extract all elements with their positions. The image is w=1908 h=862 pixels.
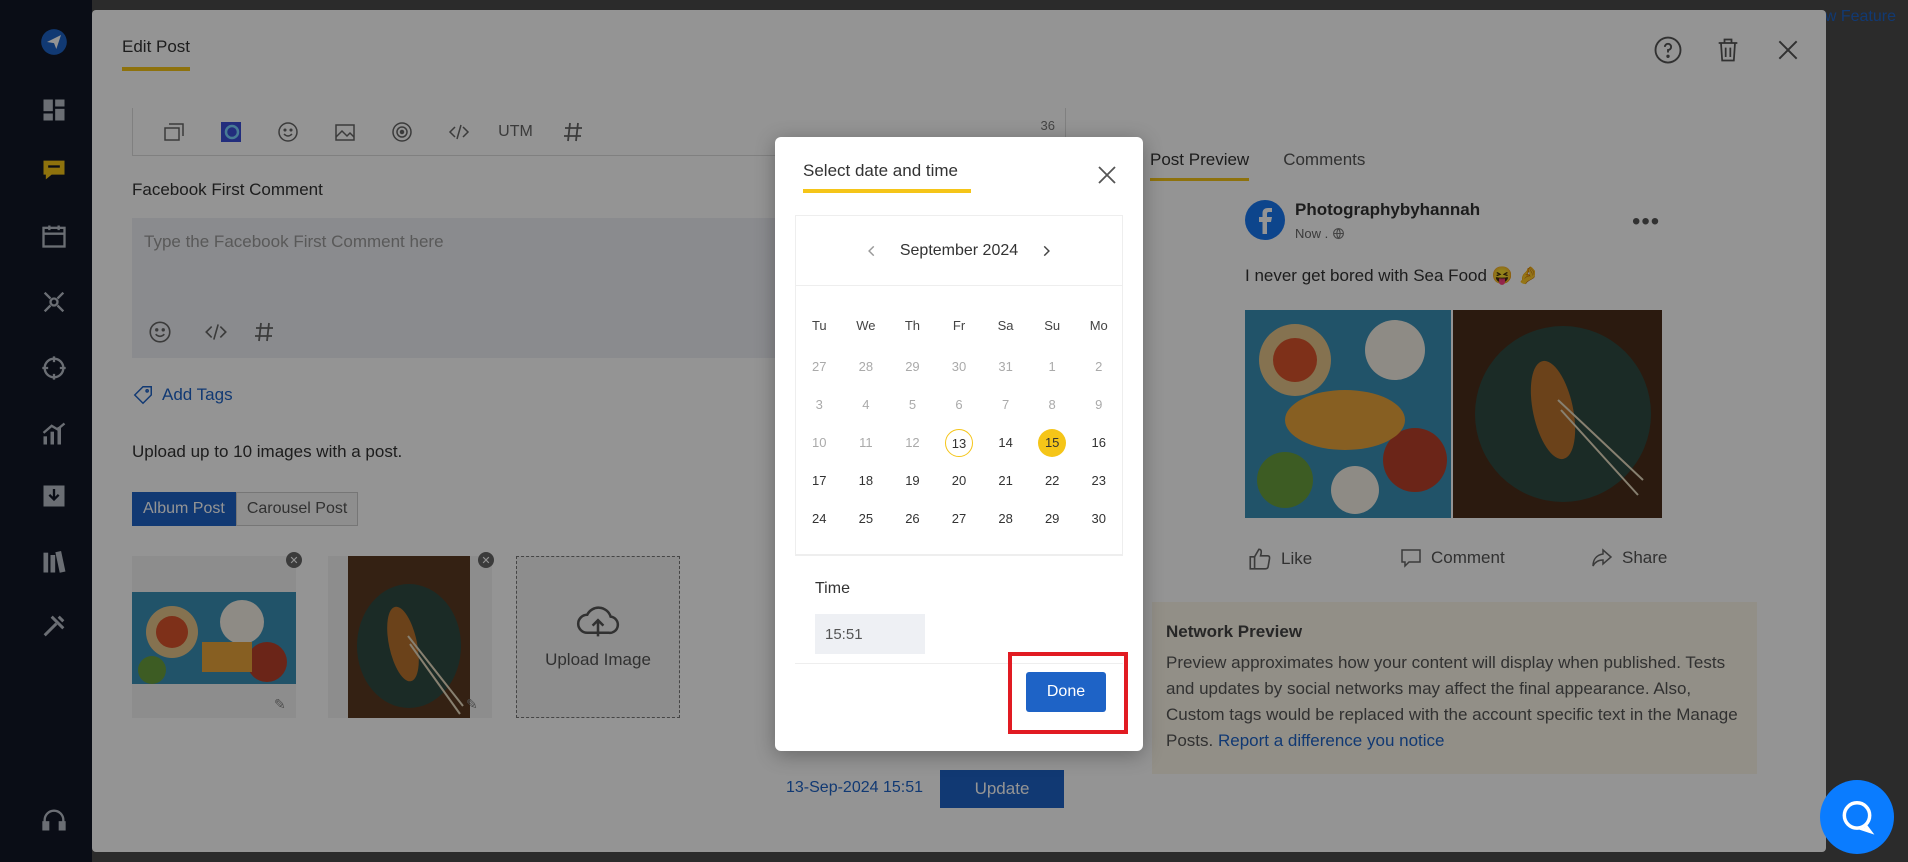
date-picker-title: Select date and time — [803, 161, 971, 193]
chevron-right-icon[interactable] — [1036, 241, 1056, 261]
calendar-day: 27 — [796, 348, 843, 386]
calendar-day-number: 27 — [951, 511, 967, 526]
calendar-day: 4 — [843, 386, 890, 424]
calendar-day: 10 — [796, 424, 843, 462]
calendar-day-number: 17 — [812, 473, 827, 488]
calendar-day-number: 20 — [951, 473, 967, 488]
calendar-day: 9 — [1075, 386, 1122, 424]
calendar-day[interactable]: 17 — [796, 462, 843, 500]
calendar-week: 17 18 19 20 21 22 23 — [796, 462, 1122, 500]
calendar-day-number: 29 — [1044, 511, 1060, 526]
time-label: Time — [815, 580, 850, 597]
calendar-day-number: 14 — [998, 435, 1013, 450]
calendar-day[interactable]: 28 — [982, 500, 1029, 538]
calendar-day: 2 — [1075, 348, 1122, 386]
calendar-week: 24 25 26 27 28 29 30 — [796, 500, 1122, 538]
calendar-day: 8 — [1029, 386, 1076, 424]
calendar-day-number: 12 — [905, 435, 920, 450]
calendar-day[interactable]: 20 — [936, 462, 983, 500]
calendar: September 2024 Tu We Th Fr Sa Su Mo 27 28 29 30 31… — [795, 215, 1123, 555]
calendar-day: 7 — [982, 386, 1029, 424]
calendar-day: 28 — [843, 348, 890, 386]
calendar-day-number: 25 — [858, 511, 874, 526]
calendar-day-selected[interactable]: 15 — [1029, 424, 1076, 462]
calendar-day[interactable]: 27 — [936, 500, 983, 538]
weekday-label: Sa — [997, 317, 1014, 333]
calendar-day-number: 7 — [1001, 397, 1010, 412]
calendar-day[interactable]: 24 — [796, 500, 843, 538]
calendar-day-number: 24 — [812, 511, 827, 526]
calendar-day-number: 10 — [812, 435, 827, 450]
calendar-day-number: 30 — [951, 359, 967, 374]
calendar-day[interactable]: 16 — [1075, 424, 1122, 462]
calendar-day-number: 18 — [858, 473, 874, 488]
weekday-header: Tu We Th Fr Sa Su Mo — [796, 306, 1122, 344]
calendar-day[interactable]: 14 — [982, 424, 1029, 462]
month-navigation: September 2024 — [796, 216, 1122, 286]
calendar-day: 1 — [1029, 348, 1076, 386]
calendar-day-number: 3 — [815, 397, 823, 412]
weekday-label: Fr — [952, 317, 966, 333]
calendar-day-number: 8 — [1048, 397, 1056, 412]
calendar-week: 3 4 5 6 7 8 9 — [796, 386, 1122, 424]
calendar-day-number: 6 — [955, 397, 963, 412]
calendar-day[interactable]: 25 — [843, 500, 890, 538]
calendar-day[interactable]: 23 — [1075, 462, 1122, 500]
calendar-day-number: 22 — [1044, 473, 1060, 488]
calendar-day-number: 28 — [998, 511, 1013, 526]
done-button[interactable]: Done — [1026, 672, 1106, 712]
calendar-day-number: 27 — [812, 359, 827, 374]
calendar-day: 3 — [796, 386, 843, 424]
calendar-week: 10 11 12 13 14 15 16 — [796, 424, 1122, 462]
calendar-day-number: 2 — [1095, 359, 1103, 374]
time-input[interactable] — [815, 614, 925, 654]
calendar-day-number: 31 — [998, 359, 1013, 374]
calendar-day-number: 9 — [1095, 397, 1103, 412]
calendar-day-number: 30 — [1091, 511, 1106, 526]
calendar-day[interactable]: 22 — [1029, 462, 1076, 500]
calendar-day: 12 — [889, 424, 936, 462]
calendar-week: 27 28 29 30 31 1 2 — [796, 348, 1122, 386]
calendar-day-number: 5 — [908, 397, 917, 412]
calendar-day[interactable]: 18 — [843, 462, 890, 500]
calendar-grid: Tu We Th Fr Sa Su Mo 27 28 29 30 31 1 2 3 4 5 6 7 8 9 10 11 12… — [796, 306, 1122, 538]
calendar-day: 5 — [889, 386, 936, 424]
calendar-day: 31 — [982, 348, 1029, 386]
month-label: September 2024 — [899, 241, 1019, 259]
calendar-day: 11 — [843, 424, 890, 462]
calendar-day-number: 29 — [905, 359, 920, 374]
calendar-day-number: 4 — [862, 397, 870, 412]
calendar-day-number: 26 — [905, 511, 920, 526]
calendar-day-number: 21 — [998, 473, 1013, 488]
calendar-day-number: 28 — [858, 359, 874, 374]
calendar-day: 30 — [936, 348, 983, 386]
weekday-label: We — [856, 317, 876, 333]
calendar-day-today[interactable]: 13 — [936, 424, 983, 462]
calendar-day[interactable]: 19 — [889, 462, 936, 500]
support-chat-button[interactable] — [1820, 780, 1894, 854]
weekday-label: Th — [904, 317, 921, 333]
calendar-day-number: 1 — [1048, 359, 1056, 374]
calendar-day: 6 — [936, 386, 983, 424]
calendar-day-number: 15 — [1038, 429, 1067, 457]
calendar-day[interactable]: 30 — [1075, 500, 1122, 538]
calendar-day-number: 16 — [1091, 435, 1106, 450]
calendar-day-number: 13 — [945, 429, 974, 457]
calendar-day-number: 11 — [859, 435, 873, 450]
weekday-label: Tu — [811, 317, 827, 333]
chat-icon — [1842, 801, 1875, 835]
calendar-day-number: 23 — [1091, 473, 1106, 488]
weekday-label: Su — [1044, 317, 1061, 333]
calendar-day[interactable]: 26 — [889, 500, 936, 538]
calendar-day[interactable]: 21 — [982, 462, 1029, 500]
chevron-left-icon[interactable] — [862, 241, 882, 261]
weekday-label: Mo — [1089, 317, 1108, 333]
calendar-day[interactable]: 29 — [1029, 500, 1076, 538]
calendar-day-number: 19 — [905, 473, 920, 488]
time-section: Time — [795, 555, 1123, 663]
calendar-day: 29 — [889, 348, 936, 386]
close-icon[interactable] — [1095, 163, 1119, 187]
